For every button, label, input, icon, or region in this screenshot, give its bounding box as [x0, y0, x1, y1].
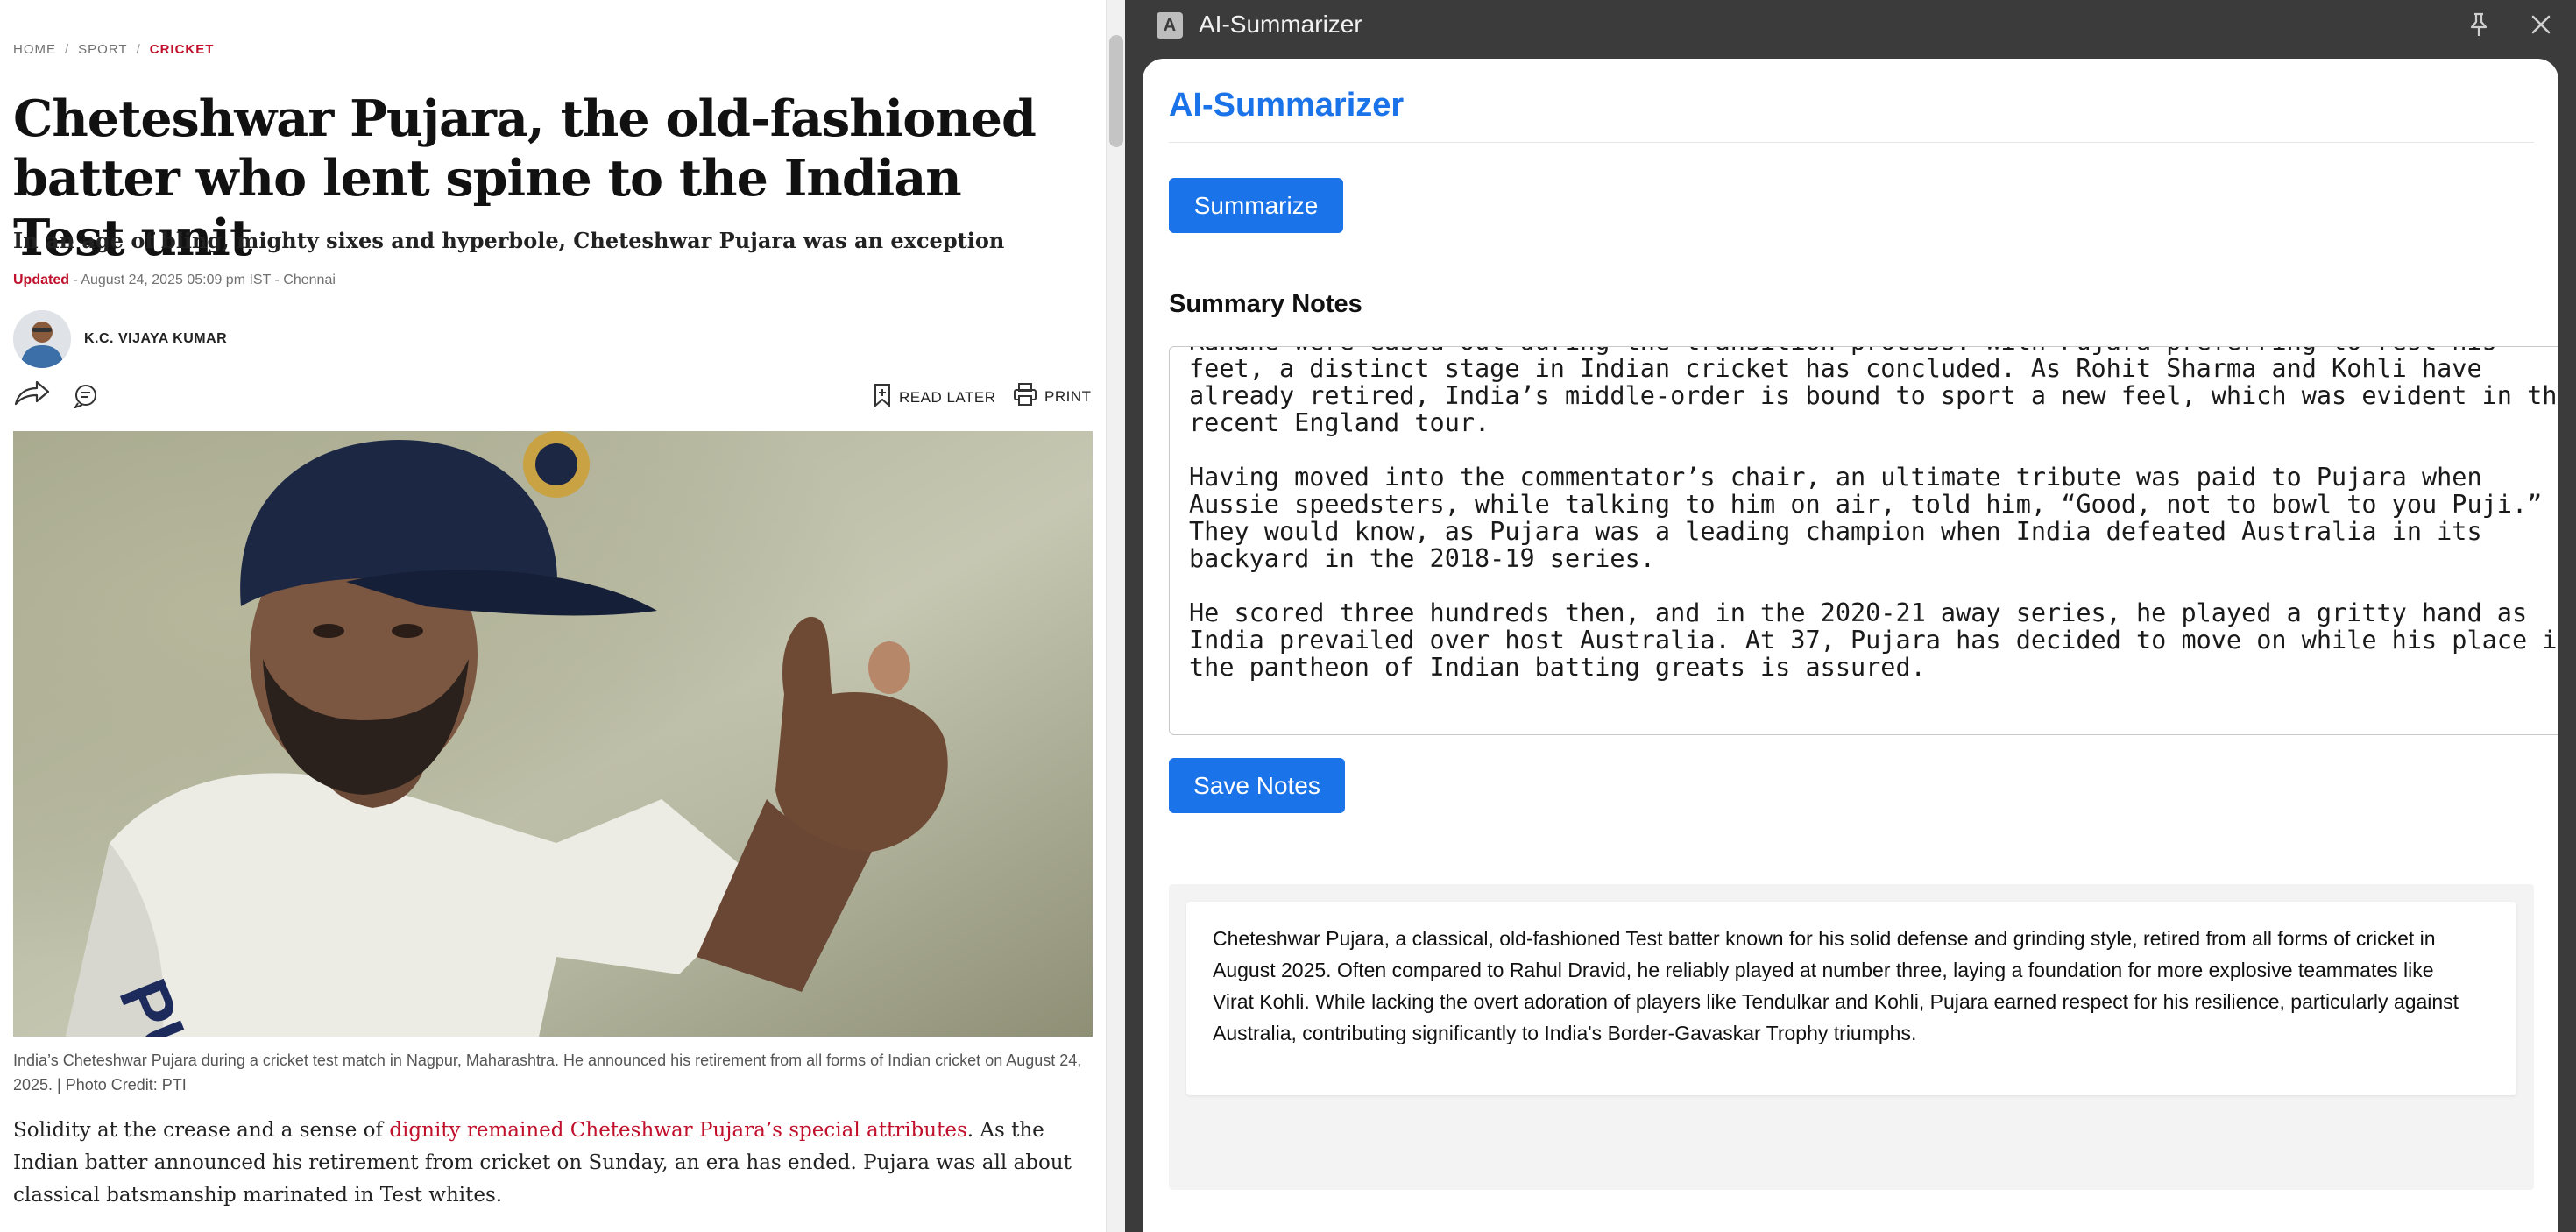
- summary-notes-text[interactable]: Rahane were eased out during the transit…: [1189, 347, 2558, 681]
- panel-titlebar: A AI-Summarizer: [1125, 0, 2576, 51]
- article-dateline: Updated - August 24, 2025 05:09 pm IST -…: [13, 273, 336, 288]
- heading-divider: [1169, 142, 2534, 143]
- body-link[interactable]: dignity remained Cheteshwar Pujara’s spe…: [389, 1119, 966, 1142]
- page-scrollbar[interactable]: [1106, 0, 1125, 1232]
- summary-output-area: Cheteshwar Pujara, a classical, old-fash…: [1169, 884, 2534, 1190]
- panel-window-title: AI-Summarizer: [1199, 11, 1362, 38]
- comment-icon[interactable]: [73, 384, 99, 413]
- breadcrumb-separator: /: [136, 42, 141, 57]
- summary-text: Cheteshwar Pujara, a classical, old-fash…: [1213, 927, 2459, 1044]
- read-later-button[interactable]: READ LATER: [873, 383, 996, 412]
- summary-notes-label: Summary Notes: [1169, 290, 1362, 318]
- author-name[interactable]: K.C. VIJAYA KUMAR: [84, 331, 227, 347]
- image-caption: India’s Cheteshwar Pujara during a crick…: [13, 1051, 1082, 1094]
- summarize-button[interactable]: Summarize: [1169, 178, 1343, 233]
- summary-notes-textarea[interactable]: Rahane were eased out during the transit…: [1169, 346, 2558, 735]
- printer-icon: [1013, 383, 1037, 410]
- read-later-label: READ LATER: [899, 388, 996, 406]
- panel-content: AI-Summarizer Summarize Summary Notes Ra…: [1143, 59, 2558, 1232]
- body-text-pre: Solidity at the crease and a sense of: [13, 1119, 390, 1142]
- article-subhead: In an age of bling, mighty sixes and hyp…: [13, 228, 1005, 253]
- print-button[interactable]: PRINT: [1013, 383, 1092, 410]
- print-label: PRINT: [1044, 387, 1092, 405]
- side-panel: A AI-Summarizer AI-Summarizer Summarize …: [1125, 0, 2576, 1232]
- breadcrumb-separator: /: [65, 42, 70, 57]
- app-heading: AI-Summarizer: [1169, 87, 1405, 124]
- save-notes-button[interactable]: Save Notes: [1169, 758, 1345, 813]
- summary-card: Cheteshwar Pujara, a classical, old-fash…: [1186, 902, 2516, 1095]
- bookmark-icon: [873, 383, 892, 412]
- close-icon[interactable]: [2529, 12, 2553, 41]
- article-page: HOME / SPORT / CRICKET Cheteshwar Pujara…: [0, 0, 1106, 1232]
- pin-icon[interactable]: [2467, 11, 2490, 42]
- hero-image[interactable]: PUJARA: [13, 431, 1093, 1037]
- scrollbar-thumb[interactable]: [1109, 35, 1123, 147]
- share-icon[interactable]: [13, 380, 50, 411]
- article-body: Solidity at the crease and a sense of di…: [13, 1115, 1093, 1212]
- breadcrumb-sport[interactable]: SPORT: [78, 42, 127, 57]
- author-avatar[interactable]: [13, 310, 71, 368]
- breadcrumb: HOME / SPORT / CRICKET: [13, 42, 214, 57]
- updated-label: Updated: [13, 273, 69, 287]
- breadcrumb-home[interactable]: HOME: [13, 42, 56, 57]
- breadcrumb-cricket[interactable]: CRICKET: [150, 42, 215, 57]
- app-icon: A: [1157, 12, 1183, 39]
- updated-meta: - August 24, 2025 05:09 pm IST - Chennai: [69, 273, 336, 287]
